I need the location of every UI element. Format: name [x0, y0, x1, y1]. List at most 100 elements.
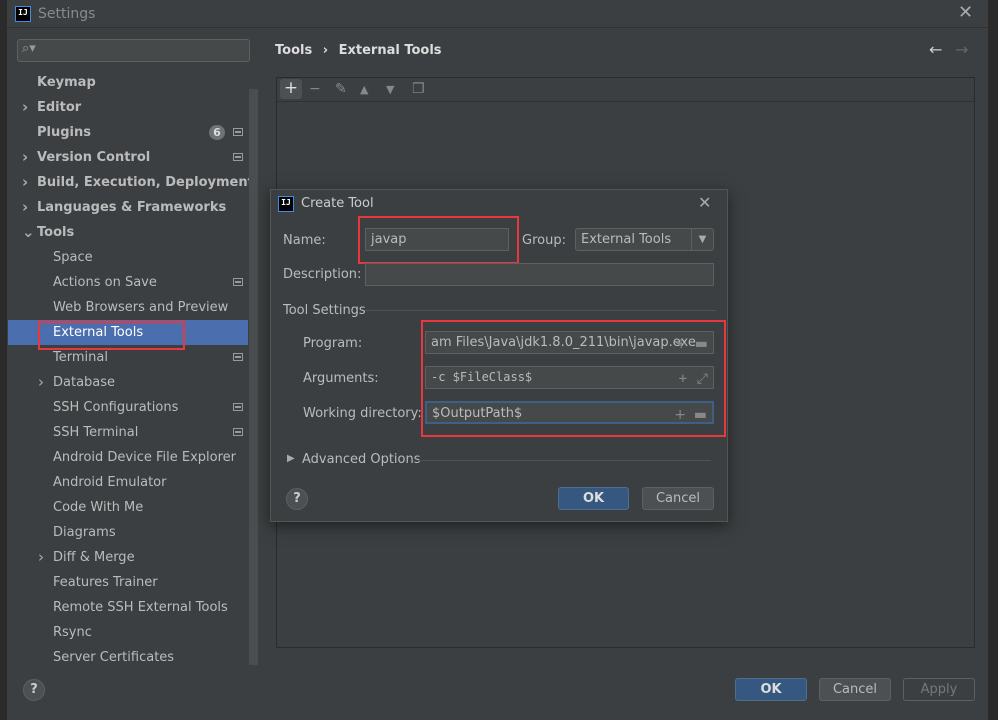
- window-title: Settings: [38, 6, 96, 22]
- sidebar-item[interactable]: Web Browsers and Preview: [8, 295, 248, 320]
- sidebar-item[interactable]: › Database: [8, 370, 248, 395]
- project-level-icon: [233, 153, 243, 161]
- help-button[interactable]: ?: [23, 679, 45, 701]
- sidebar-item[interactable]: Space: [8, 245, 248, 270]
- sidebar-item-label: Space: [53, 250, 93, 265]
- advanced-options-toggle[interactable]: Advanced Options: [302, 452, 421, 467]
- sidebar-item[interactable]: Features Trainer: [8, 570, 248, 595]
- description-field[interactable]: [365, 263, 714, 286]
- sidebar-item[interactable]: › Editor: [8, 95, 248, 120]
- sidebar-item-label: Android Device File Explorer: [53, 450, 236, 465]
- sidebar-item-label: Remote SSH External Tools: [53, 600, 228, 615]
- sidebar-item-label: Plugins: [37, 125, 91, 140]
- highlight-external-tools: [38, 321, 185, 350]
- sidebar-item[interactable]: Android Device File Explorer: [8, 445, 248, 470]
- group-dropdown[interactable]: External Tools ▼: [575, 228, 714, 251]
- sidebar-item[interactable]: › Languages & Frameworks: [8, 195, 248, 220]
- dialog-close-icon[interactable]: ✕: [698, 193, 711, 212]
- working-directory-label: Working directory:: [303, 406, 422, 421]
- move-down-icon[interactable]: ▼: [386, 83, 394, 96]
- sidebar-item-label: Keymap: [37, 75, 96, 90]
- group-value: External Tools: [581, 232, 672, 247]
- sidebar-item[interactable]: › Diff & Merge: [8, 545, 248, 570]
- sidebar-item-label: Database: [53, 375, 116, 390]
- sidebar-item[interactable]: SSH Configurations: [8, 395, 248, 420]
- sidebar-item[interactable]: Rsync: [8, 620, 248, 645]
- chevron-right-icon[interactable]: ›: [22, 195, 28, 220]
- name-label: Name:: [283, 233, 326, 248]
- breadcrumb-parent[interactable]: Tools: [275, 43, 312, 58]
- sidebar-item-label: Rsync: [53, 625, 92, 640]
- sidebar-item-label: Code With Me: [53, 500, 144, 515]
- chevron-down-icon[interactable]: ⌄: [22, 220, 35, 245]
- sidebar-item[interactable]: SSH Terminal: [8, 420, 248, 445]
- sidebar-item-label: Languages & Frameworks: [37, 200, 227, 215]
- create-tool-dialog: IJ Create Tool ✕ Name: javap Group: Exte…: [270, 189, 728, 522]
- dialog-title: Create Tool: [301, 196, 374, 211]
- sidebar-item[interactable]: › Version Control: [8, 145, 248, 170]
- sidebar-item-label: Diff & Merge: [53, 550, 135, 565]
- sidebar-item[interactable]: Server Certificates: [8, 645, 248, 670]
- sidebar-item-label: Features Trainer: [53, 575, 158, 590]
- group-label: Group:: [522, 233, 566, 248]
- chevron-right-icon[interactable]: ›: [38, 370, 44, 395]
- sidebar-item[interactable]: Keymap: [8, 70, 248, 95]
- breadcrumb-current: External Tools: [338, 43, 442, 58]
- sidebar-item[interactable]: ⌄ Tools: [8, 220, 248, 245]
- divider: [418, 460, 711, 461]
- sidebar-item-label: SSH Terminal: [53, 425, 139, 440]
- chevron-right-icon[interactable]: ›: [22, 145, 28, 170]
- chevron-right-icon[interactable]: ›: [22, 95, 28, 120]
- sidebar-item-label: Web Browsers and Preview: [53, 300, 229, 315]
- ok-button[interactable]: OK: [735, 678, 807, 701]
- chevron-down-icon[interactable]: ▼: [691, 229, 713, 250]
- highlight-name: [358, 216, 519, 264]
- search-input[interactable]: ⌕▾: [17, 39, 250, 62]
- chevron-right-icon[interactable]: ›: [22, 170, 28, 195]
- expand-triangle-icon[interactable]: ▶: [287, 453, 295, 464]
- sidebar-scrollbar[interactable]: [249, 89, 258, 665]
- sidebar-item-label: Editor: [37, 100, 82, 115]
- remove-icon[interactable]: −: [309, 81, 321, 97]
- add-icon[interactable]: +: [280, 79, 302, 99]
- forward-arrow-icon[interactable]: →: [955, 40, 968, 59]
- program-label: Program:: [303, 336, 363, 351]
- sidebar-item-label: Actions on Save: [53, 275, 157, 290]
- dialog-ok-button[interactable]: OK: [558, 487, 629, 510]
- breadcrumb: Tools › External Tools: [275, 43, 442, 58]
- title-bar: IJ Settings ✕: [7, 0, 988, 28]
- tools-toolbar: + − ✎ ▲ ▼ ❐: [277, 78, 974, 102]
- sidebar-item[interactable]: Plugins 6: [8, 120, 248, 145]
- tool-settings-heading: Tool Settings: [283, 303, 366, 318]
- apply-button[interactable]: Apply: [903, 678, 975, 701]
- dialog-help-button[interactable]: ?: [286, 488, 308, 510]
- sidebar-item-label: Tools: [37, 225, 75, 240]
- dialog-cancel-button[interactable]: Cancel: [642, 487, 714, 510]
- back-arrow-icon[interactable]: ←: [929, 40, 942, 59]
- arguments-label: Arguments:: [303, 371, 379, 386]
- sidebar-item-label: Version Control: [37, 150, 151, 165]
- cancel-button[interactable]: Cancel: [819, 678, 891, 701]
- close-icon[interactable]: ✕: [958, 2, 973, 23]
- sidebar-item[interactable]: › Build, Execution, Deployment: [8, 170, 254, 195]
- copy-icon[interactable]: ❐: [412, 81, 425, 97]
- sidebar-item-label: Build, Execution, Deployment: [37, 175, 254, 190]
- chevron-right-icon[interactable]: ›: [38, 545, 44, 570]
- project-level-icon: [233, 353, 243, 361]
- sidebar-item[interactable]: Remote SSH External Tools: [8, 595, 248, 620]
- sidebar-item-label: Android Emulator: [53, 475, 167, 490]
- project-level-icon: [233, 278, 243, 286]
- plugin-updates-badge: 6: [209, 125, 225, 140]
- divider: [365, 310, 716, 311]
- search-icon: ⌕▾: [22, 41, 36, 56]
- move-up-icon[interactable]: ▲: [360, 83, 368, 96]
- edit-icon[interactable]: ✎: [335, 81, 347, 97]
- project-level-icon: [233, 428, 243, 436]
- sidebar-item[interactable]: Code With Me: [8, 495, 248, 520]
- sidebar-item[interactable]: Actions on Save: [8, 270, 248, 295]
- sidebar-item-label: Diagrams: [53, 525, 116, 540]
- sidebar-item[interactable]: Android Emulator: [8, 470, 248, 495]
- sidebar-item[interactable]: Diagrams: [8, 520, 248, 545]
- highlight-tool-settings: [421, 320, 726, 437]
- description-label: Description:: [283, 267, 362, 282]
